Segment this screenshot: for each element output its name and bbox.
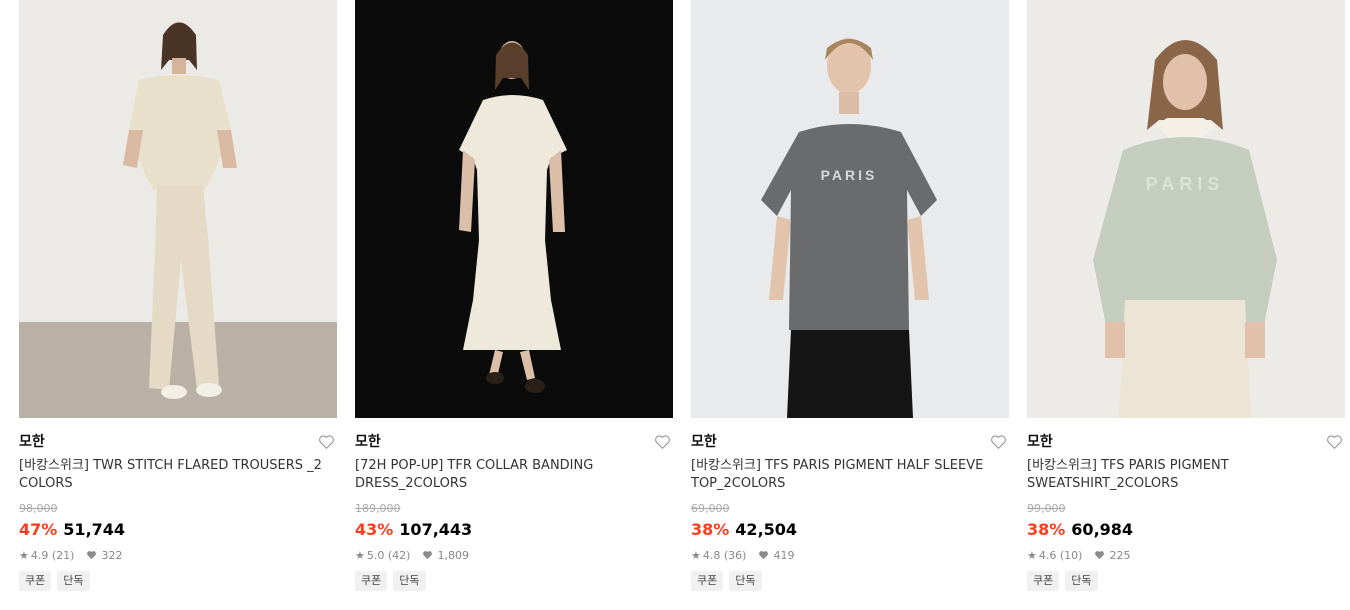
product-card[interactable]: PARIS 모한 [바캉스위크] TFS PARIS PIGMENT SWEAT… (1027, 0, 1345, 610)
tag-exclusive: 단독 (57, 571, 90, 591)
tag-coupon: 쿠폰 (19, 571, 52, 591)
sale-price: 107,443 (399, 519, 473, 539)
original-price: 99,000 (1027, 502, 1066, 515)
tag-list: 쿠폰 단독 (1027, 571, 1345, 591)
star-icon: ★ (1027, 548, 1037, 562)
like-count: 1,809 (437, 548, 469, 562)
product-card[interactable]: 모한 [72H POP-UP] TFR COLLAR BANDING DRESS… (355, 0, 673, 610)
star-icon: ★ (691, 548, 701, 562)
product-image[interactable]: PARIS (691, 0, 1009, 418)
brand-name[interactable]: 모한 (1027, 432, 1345, 452)
price-line: 38% 60,984 (1027, 518, 1345, 540)
review-count: (10) (1059, 548, 1083, 562)
brand-name[interactable]: 모한 (691, 432, 1009, 452)
tag-list: 쿠폰 단독 (691, 571, 1009, 591)
product-info: 모한 [바캉스위크] TFS PARIS PIGMENT SWEATSHIRT_… (1027, 418, 1345, 591)
product-stats: ★ 4.9 (21) 322 (19, 547, 337, 563)
product-stats: ★ 4.8 (36) 419 (691, 547, 1009, 563)
heart-filled-icon (87, 551, 97, 560)
original-price: 69,000 (691, 502, 730, 515)
sale-price: 51,744 (63, 519, 126, 539)
sale-price: 42,504 (735, 519, 798, 539)
tag-coupon: 쿠폰 (355, 571, 388, 591)
heart-filled-icon (759, 551, 769, 560)
product-info: 모한 [바캉스위크] TFS PARIS PIGMENT HALF SLEEVE… (691, 418, 1009, 591)
rating-value: 5.0 (366, 548, 385, 562)
brand-name[interactable]: 모한 (355, 432, 673, 452)
sale-price: 60,984 (1071, 519, 1134, 539)
product-info: 모한 [72H POP-UP] TFR COLLAR BANDING DRESS… (355, 418, 673, 591)
svg-text:PARIS: PARIS (821, 167, 878, 183)
tag-coupon: 쿠폰 (1027, 571, 1060, 591)
svg-text:PARIS: PARIS (1146, 174, 1225, 194)
product-image[interactable]: PARIS (1027, 0, 1345, 418)
like-count: 419 (773, 548, 795, 562)
discount-rate: 47% (19, 519, 58, 539)
product-stats: ★ 4.6 (10) 225 (1027, 547, 1345, 563)
product-image[interactable] (19, 0, 337, 418)
product-info: 모한 [바캉스위크] TWR STITCH FLARED TROUSERS _2… (19, 418, 337, 591)
product-name[interactable]: [72H POP-UP] TFR COLLAR BANDING DRESS_2C… (355, 457, 665, 493)
rating-value: 4.8 (702, 548, 721, 562)
price-line: 43% 107,443 (355, 518, 673, 540)
star-icon: ★ (19, 548, 29, 562)
product-name[interactable]: [바캉스위크] TWR STITCH FLARED TROUSERS _2 CO… (19, 457, 329, 493)
tag-exclusive: 단독 (729, 571, 762, 591)
wishlist-heart-icon[interactable] (654, 434, 671, 450)
wishlist-heart-icon[interactable] (1326, 434, 1343, 450)
star-icon: ★ (355, 548, 365, 562)
review-count: (36) (723, 548, 747, 562)
wishlist-heart-icon[interactable] (318, 434, 335, 450)
brand-name[interactable]: 모한 (19, 432, 337, 452)
like-count: 322 (101, 548, 123, 562)
product-card[interactable]: 모한 [바캉스위크] TWR STITCH FLARED TROUSERS _2… (19, 0, 337, 610)
original-price: 98,000 (19, 502, 58, 515)
product-grid: 모한 [바캉스위크] TWR STITCH FLARED TROUSERS _2… (19, 0, 1345, 610)
tag-list: 쿠폰 단독 (355, 571, 673, 591)
heart-filled-icon (423, 551, 433, 560)
original-price: 189,000 (355, 502, 401, 515)
heart-filled-icon (1095, 551, 1105, 560)
discount-rate: 38% (691, 519, 730, 539)
review-count: (21) (51, 548, 75, 562)
like-count: 225 (1109, 548, 1131, 562)
tag-coupon: 쿠폰 (691, 571, 724, 591)
tag-exclusive: 단독 (393, 571, 426, 591)
discount-rate: 38% (1027, 519, 1066, 539)
tag-list: 쿠폰 단독 (19, 571, 337, 591)
product-image[interactable] (355, 0, 673, 418)
product-stats: ★ 5.0 (42) 1,809 (355, 547, 673, 563)
discount-rate: 43% (355, 519, 394, 539)
price-line: 38% 42,504 (691, 518, 1009, 540)
product-name[interactable]: [바캉스위크] TFS PARIS PIGMENT HALF SLEEVE TO… (691, 457, 1001, 493)
rating-value: 4.9 (30, 548, 49, 562)
rating-value: 4.6 (1038, 548, 1057, 562)
product-card[interactable]: PARIS 모한 [바캉스위크] TFS PARIS PIGMENT HALF … (691, 0, 1009, 610)
price-line: 47% 51,744 (19, 518, 337, 540)
wishlist-heart-icon[interactable] (990, 434, 1007, 450)
product-name[interactable]: [바캉스위크] TFS PARIS PIGMENT SWEATSHIRT_2CO… (1027, 457, 1337, 493)
review-count: (42) (387, 548, 411, 562)
tag-exclusive: 단독 (1065, 571, 1098, 591)
